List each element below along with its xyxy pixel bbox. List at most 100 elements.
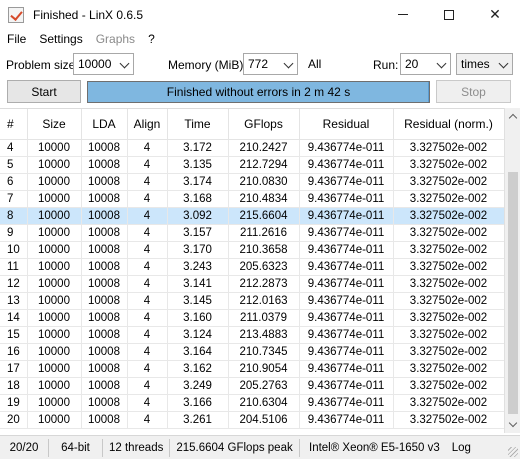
table-cell: 210.6304 — [228, 394, 300, 412]
table-cell: 14 — [0, 309, 28, 327]
table-cell: 9.436774e-011 — [299, 190, 394, 208]
table-cell: 3.166 — [167, 394, 229, 412]
table-row[interactable]: 17 10000 10008 4 3.162 210.9054 9.436774e-011 3… — [0, 360, 504, 378]
minimize-button[interactable] — [380, 0, 426, 29]
table-cell: 10008 — [81, 241, 128, 259]
column-header[interactable]: Residual (norm.) — [393, 109, 504, 140]
table-row[interactable]: 18 10000 10008 4 3.249 205.2763 9.436774e-011 3… — [0, 377, 504, 395]
table-cell: 10000 — [27, 343, 82, 361]
column-header[interactable]: LDA — [81, 109, 128, 140]
table-cell: 3.145 — [167, 292, 229, 310]
close-button[interactable]: ✕ — [472, 0, 518, 29]
scroll-up-icon[interactable] — [505, 108, 520, 124]
table-cell: 3.327502e-002 — [393, 190, 504, 208]
table-cell: 10008 — [81, 207, 128, 225]
menu-file[interactable]: File — [0, 32, 32, 46]
menu-help[interactable]: ? — [141, 32, 161, 46]
menu-graphs[interactable]: Graphs — [89, 32, 141, 46]
table-cell: 4 — [127, 292, 168, 310]
table-cell: 4 — [0, 139, 28, 157]
table-cell: 9.436774e-011 — [299, 377, 394, 395]
chevron-down-icon — [498, 58, 509, 69]
column-header[interactable]: Align — [127, 109, 168, 140]
table-cell: 3.327502e-002 — [393, 292, 504, 310]
table-cell: 9.436774e-011 — [299, 292, 394, 310]
table-row[interactable]: 19 10000 10008 4 3.166 210.6304 9.436774e-011 3… — [0, 394, 504, 412]
table-cell: 205.6323 — [228, 258, 300, 276]
table-row[interactable]: 7 10000 10008 4 3.168 210.4834 9.436774e-011 3.… — [0, 190, 504, 208]
table-cell: 9.436774e-011 — [299, 411, 394, 429]
run-count-select[interactable]: 20 — [400, 53, 451, 75]
table-row[interactable]: 13 10000 10008 4 3.145 212.0163 9.436774e-011 3… — [0, 292, 504, 310]
all-label[interactable]: All — [308, 57, 321, 71]
table-cell: 8 — [0, 207, 28, 225]
table-cell: 18 — [0, 377, 28, 395]
status-threads: 12 threads — [103, 438, 171, 457]
memory-select[interactable]: 772 — [243, 53, 298, 75]
table-row[interactable]: 20 10000 10008 4 3.261 204.5106 9.436774e-011 3… — [0, 411, 504, 429]
status-log-link[interactable]: Log — [452, 442, 471, 454]
close-icon: ✕ — [489, 6, 501, 22]
table-row[interactable]: 14 10000 10008 4 3.160 211.0379 9.436774e-011 3… — [0, 309, 504, 327]
table-cell: 3.157 — [167, 224, 229, 242]
scrollbar-thumb[interactable] — [508, 172, 518, 414]
scroll-down-icon[interactable] — [505, 417, 520, 433]
column-header[interactable]: Size — [27, 109, 82, 140]
table-cell: 4 — [127, 156, 168, 174]
table-cell: 215.6604 — [228, 207, 300, 225]
maximize-button[interactable] — [426, 0, 472, 29]
table-row[interactable]: 12 10000 10008 4 3.141 212.2873 9.436774e-011 3… — [0, 275, 504, 293]
column-header[interactable]: Time — [167, 109, 229, 140]
table-cell: 10000 — [27, 139, 82, 157]
table-cell: 6 — [0, 173, 28, 191]
table-cell: 4 — [127, 241, 168, 259]
status-cpu-name: Intel® Xeon® E5-1650 v3 — [309, 441, 440, 454]
column-header[interactable]: # — [0, 109, 28, 140]
memory-value: 772 — [248, 57, 269, 71]
menu-settings[interactable]: Settings — [32, 32, 88, 46]
table-cell: 10008 — [81, 139, 128, 157]
table-cell: 210.9054 — [228, 360, 300, 378]
table-row[interactable]: 10 10000 10008 4 3.170 210.3658 9.436774e-011 3… — [0, 241, 504, 259]
table-cell: 212.2873 — [228, 275, 300, 293]
table-cell: 10000 — [27, 411, 82, 429]
status-peak: 215.6604 GFlops peak — [170, 438, 300, 457]
table-row[interactable]: 9 10000 10008 4 3.157 211.2616 9.436774e-011 3.… — [0, 224, 504, 242]
vertical-scrollbar[interactable] — [504, 108, 520, 433]
column-header[interactable]: GFlops — [228, 109, 300, 140]
table-row[interactable]: 8 10000 10008 4 3.092 215.6604 9.436774e-011 3.… — [0, 207, 504, 225]
table-cell: 213.4883 — [228, 326, 300, 344]
stop-button[interactable]: Stop — [436, 80, 511, 103]
table-cell: 3.327502e-002 — [393, 377, 504, 395]
table-cell: 10000 — [27, 377, 82, 395]
table-cell: 11 — [0, 258, 28, 276]
column-header[interactable]: Residual — [299, 109, 394, 140]
table-cell: 10008 — [81, 156, 128, 174]
table-row[interactable]: 5 10000 10008 4 3.135 212.7294 9.436774e-011 3.… — [0, 156, 504, 174]
table-cell: 9.436774e-011 — [299, 309, 394, 327]
table-cell: 10008 — [81, 411, 128, 429]
table-cell: 212.7294 — [228, 156, 300, 174]
run-unit-select[interactable]: times — [456, 53, 513, 75]
table-row[interactable]: 4 10000 10008 4 3.172 210.2427 9.436774e-011 3.… — [0, 139, 504, 157]
start-button[interactable]: Start — [7, 80, 81, 103]
run-unit-value: times — [461, 57, 490, 71]
resize-grip-icon[interactable] — [508, 447, 518, 457]
table-row[interactable]: 6 10000 10008 4 3.174 210.0830 9.436774e-011 3.… — [0, 173, 504, 191]
status-bits: 64-bit — [49, 438, 103, 457]
table-row[interactable]: 11 10000 10008 4 3.243 205.6323 9.436774e-011 3… — [0, 258, 504, 276]
table-cell: 3.172 — [167, 139, 229, 157]
table-cell: 10008 — [81, 275, 128, 293]
table-cell: 3.327502e-002 — [393, 411, 504, 429]
problem-size-select[interactable]: 10000 — [73, 53, 134, 75]
table-row[interactable]: 15 10000 10008 4 3.124 213.4883 9.436774e-011 3… — [0, 326, 504, 344]
maximize-icon — [444, 9, 454, 20]
table-cell: 9.436774e-011 — [299, 139, 394, 157]
table-cell: 9.436774e-011 — [299, 173, 394, 191]
table-cell: 210.4834 — [228, 190, 300, 208]
results-table: # Size LDA Align Time GFlops Residual Residual … — [0, 108, 504, 433]
table-row[interactable]: 16 10000 10008 4 3.164 210.7345 9.436774e-011 3… — [0, 343, 504, 361]
table-cell: 10000 — [27, 326, 82, 344]
table-cell: 10000 — [27, 173, 82, 191]
table-cell: 204.5106 — [228, 411, 300, 429]
